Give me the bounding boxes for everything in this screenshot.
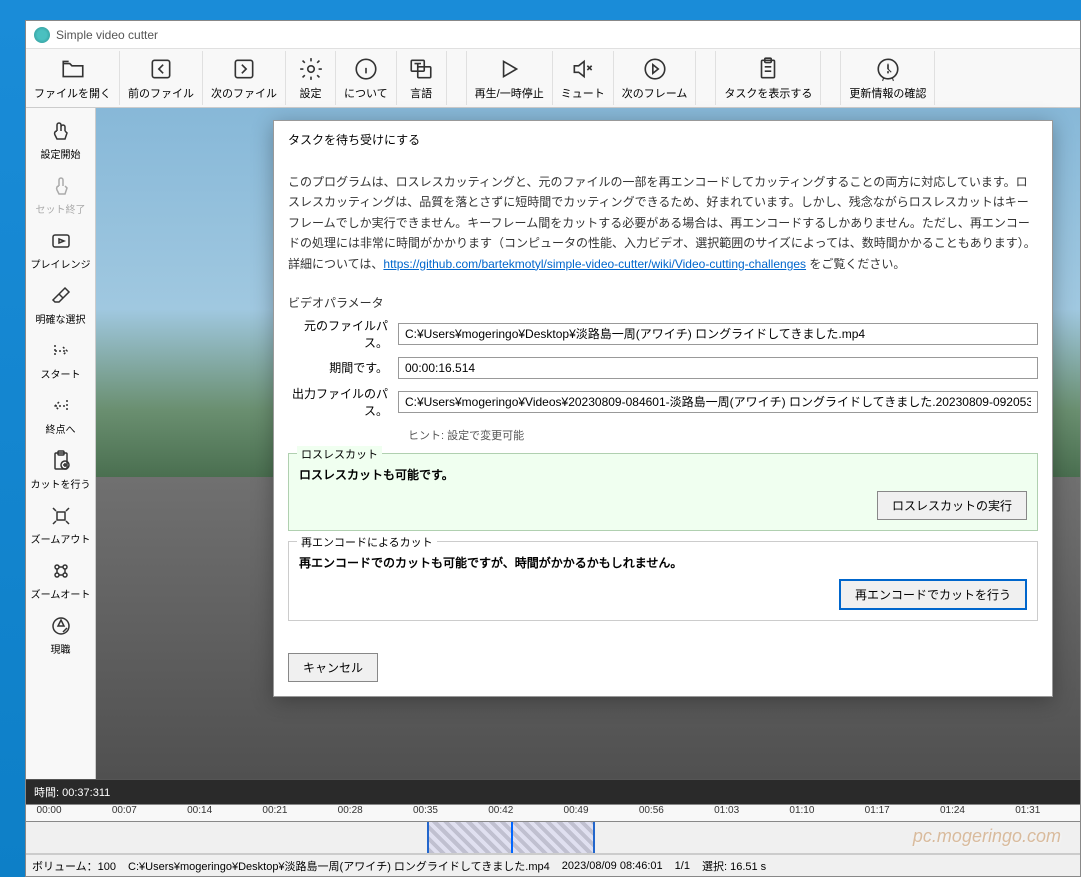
ruler-tick: 00:42 [488,805,513,816]
play-range-icon [49,228,73,254]
app-icon [34,27,50,43]
settings-button[interactable]: 設定 [286,51,336,105]
target-icon [49,613,73,639]
language-icon [408,55,434,83]
show-tasks-button[interactable]: タスクを表示する [716,51,821,105]
ruler-tick: 01:10 [789,805,814,816]
ruler-tick: 00:49 [564,805,589,816]
play-pause-button[interactable]: 再生/一時停止 [467,51,553,105]
duration-input[interactable] [398,357,1038,379]
gear-icon [298,55,324,83]
folder-open-icon [60,55,86,83]
open-file-button[interactable]: ファイルを開く [26,51,120,105]
timeline-ruler[interactable]: 00:00 00:07 00:14 00:21 00:28 00:35 00:42 00:49… [26,804,1080,822]
reencode-message: 再エンコードでのカットも可能ですが、時間がかかるかもしれません。 [299,554,1027,571]
duration-label: 期間です。 [288,359,398,376]
ruler-tick: 00:28 [338,805,363,816]
wiki-link[interactable]: https://github.com/bartekmotyl/simple-vi… [383,257,806,271]
out-path-label: 出力ファイルのパス。 [288,385,398,419]
prev-icon [148,55,174,83]
go-start-icon [49,338,73,364]
zoom-out-button[interactable]: ズームアウト [26,497,95,552]
check-update-button[interactable]: 更新情報の確認 [841,51,935,105]
prev-file-button[interactable]: 前のファイル [120,51,203,105]
lossless-section: ロスレスカット ロスレスカットも可能です。 ロスレスカットの実行 [288,453,1038,531]
ruler-tick: 00:56 [639,805,664,816]
page-status: 1/1 [675,860,690,872]
update-icon [875,55,901,83]
next-frame-button[interactable]: 次のフレーム [614,51,697,105]
mute-button[interactable]: ミュート [553,51,614,105]
datetime-status: 2023/08/09 08:46:01 [562,860,663,872]
reencode-execute-button[interactable]: 再エンコードでカットを行う [839,579,1027,610]
dialog-title: タスクを待ち受けにする [274,121,1052,158]
ruler-tick: 01:31 [1015,805,1040,816]
ruler-tick: 01:24 [940,805,965,816]
lossless-legend: ロスレスカット [297,446,382,462]
play-icon [496,55,522,83]
out-path-hint: ヒント: 設定で変更可能 [408,425,1038,443]
zoom-out-icon [49,503,73,529]
play-range-button[interactable]: プレイレンジ [26,222,95,277]
start-settings-button[interactable]: 設定開始 [26,112,95,167]
ruler-tick: 00:14 [187,805,212,816]
reencode-section: 再エンコードによるカット 再エンコードでのカットも可能ですが、時間がかかるかもし… [288,541,1038,621]
ruler-tick: 01:17 [865,805,890,816]
to-end-button[interactable]: 終点へ [26,387,95,442]
hand-end-icon [49,173,73,199]
task-dialog: タスクを待ち受けにする このプログラムは、ロスレスカッティングと、元のファイルの… [273,120,1053,697]
ruler-tick: 00:21 [262,805,287,816]
clipboard-icon [755,55,781,83]
ruler-tick: 00:35 [413,805,438,816]
cancel-button[interactable]: キャンセル [288,653,378,682]
video-params-title: ビデオパラメータ [288,294,1038,311]
current-button[interactable]: 現職 [26,607,95,662]
playhead[interactable] [511,822,513,853]
lossless-execute-button[interactable]: ロスレスカットの実行 [877,491,1027,520]
zoom-auto-button[interactable]: ズームオート [26,552,95,607]
sidebar: 設定開始 セット終了 プレイレンジ 明確な選択 スタート 終点へ [26,108,96,779]
selection-status: 選択: 16.51 s [702,858,766,874]
language-button[interactable]: 言語 [397,51,447,105]
next-icon [231,55,257,83]
ruler-tick: 00:00 [37,805,62,816]
set-end-button[interactable]: セット終了 [26,167,95,222]
to-start-button[interactable]: スタート [26,332,95,387]
clear-selection-button[interactable]: 明確な選択 [26,277,95,332]
hand-start-icon [49,118,73,144]
dialog-description: このプログラムは、ロスレスカッティングと、元のファイルの一部を再エンコードしてカ… [288,166,1038,286]
timeline: 時間: 00:37:311 00:0000:0700:1400:2100:280… [26,779,1080,854]
about-button[interactable]: について [336,51,397,105]
out-path-input[interactable] [398,391,1038,413]
time-display: 時間: 00:37:311 [26,780,1080,804]
ruler-tick: 00:07 [112,805,137,816]
clipboard-add-icon [49,448,73,474]
info-icon [353,55,379,83]
step-forward-icon [642,55,668,83]
mute-icon [570,55,596,83]
main-toolbar: ファイルを開く 前のファイル 次のファイル 設定 について 言語 再生/一時停止 [26,49,1080,108]
volume-status: ボリューム：100 [32,858,116,874]
zoom-auto-icon [49,558,73,584]
go-end-icon [49,393,73,419]
next-file-button[interactable]: 次のファイル [203,51,286,105]
titlebar: Simple video cutter [26,21,1080,49]
filepath-status: C:¥Users¥mogeringo¥Desktop¥淡路島一周(アワイチ) ロ… [128,858,550,874]
src-path-input[interactable] [398,323,1038,345]
timeline-track[interactable] [26,822,1080,854]
ruler-tick: 01:03 [714,805,739,816]
do-cut-button[interactable]: カットを行う [26,442,95,497]
eraser-icon [49,283,73,309]
lossless-message: ロスレスカットも可能です。 [299,466,1027,483]
src-path-label: 元のファイルパス。 [288,317,398,351]
window-title: Simple video cutter [56,28,158,42]
statusbar: ボリューム：100 C:¥Users¥mogeringo¥Desktop¥淡路島… [26,854,1080,876]
reencode-legend: 再エンコードによるカット [297,534,437,550]
